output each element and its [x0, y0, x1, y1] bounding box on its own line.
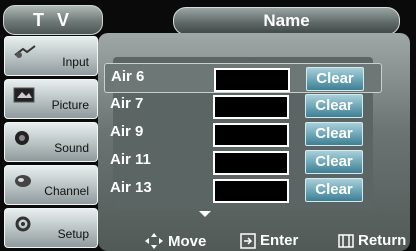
list-item[interactable]: Air 9 Clear	[104, 119, 380, 147]
return-hint: Return	[338, 232, 406, 249]
main-panel: Air 6 Clear Air 7 Clear Air 9 Clear Air …	[98, 33, 410, 251]
list-item[interactable]: Air 7 Clear	[104, 91, 380, 119]
scroll-down-arrow-icon[interactable]	[199, 211, 211, 217]
list-item[interactable]: Air 6 Clear	[104, 63, 382, 93]
sidebar-item-label: Input	[62, 55, 89, 69]
picture-icon	[13, 86, 37, 104]
name-field[interactable]	[213, 123, 289, 147]
page-title: Name	[173, 7, 400, 35]
enter-icon	[240, 232, 256, 249]
enter-label: Enter	[260, 232, 299, 249]
name-field[interactable]	[214, 68, 290, 92]
list-item[interactable]: Air 11 Clear	[104, 147, 380, 175]
clear-button[interactable]: Clear	[306, 67, 364, 91]
clear-button[interactable]: Clear	[305, 150, 363, 174]
sidebar: Input Picture Sound Channel Setup	[4, 36, 98, 249]
move-hint: Move	[144, 232, 206, 250]
sound-icon	[13, 129, 37, 147]
tv-menu-screen: T V Name Input Picture Sound Channel Set…	[0, 0, 416, 251]
channel-name: Air 9	[110, 123, 144, 140]
name-field[interactable]	[213, 95, 289, 119]
sidebar-item-picture[interactable]: Picture	[4, 79, 98, 119]
move-label: Move	[168, 232, 207, 250]
sidebar-item-setup[interactable]: Setup	[4, 208, 98, 248]
menu-title: T V	[3, 5, 103, 35]
return-label: Return	[358, 232, 407, 249]
clear-button[interactable]: Clear	[305, 122, 363, 146]
clear-button[interactable]: Clear	[305, 178, 363, 202]
list-item[interactable]: Air 13 Clear	[104, 175, 380, 203]
sidebar-item-label: Setup	[57, 227, 89, 241]
name-field[interactable]	[213, 179, 289, 203]
enter-hint: Enter	[240, 232, 298, 249]
setup-icon	[13, 215, 37, 233]
channel-name: Air 11	[110, 151, 151, 168]
clear-button[interactable]: Clear	[305, 94, 363, 118]
sidebar-item-sound[interactable]: Sound	[4, 122, 98, 162]
sidebar-item-label: Sound	[54, 141, 89, 155]
sidebar-item-label: Picture	[51, 98, 89, 112]
channel-name: Air 6	[111, 68, 145, 85]
sidebar-item-label: Channel	[44, 184, 89, 198]
footer-hints: Move Enter Return	[98, 229, 410, 251]
channel-icon	[13, 172, 37, 190]
channel-name: Air 13	[110, 179, 152, 196]
move-arrows-icon	[145, 233, 163, 249]
name-field[interactable]	[213, 151, 289, 175]
sidebar-item-input[interactable]: Input	[4, 36, 98, 76]
return-icon	[338, 233, 354, 248]
channel-name: Air 7	[110, 95, 144, 112]
sidebar-item-channel[interactable]: Channel	[4, 165, 98, 205]
input-icon	[13, 43, 37, 61]
